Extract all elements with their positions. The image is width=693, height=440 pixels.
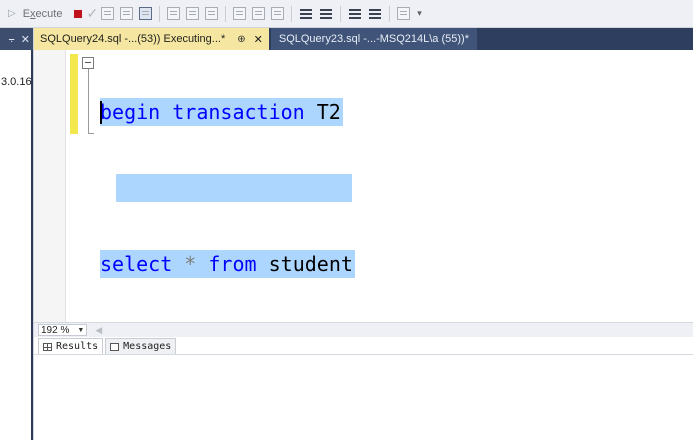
query-editor[interactable]: begin transaction T2 select * from stude… xyxy=(34,50,693,322)
execute-play-icon[interactable]: ▷ xyxy=(8,8,16,19)
client-stats-icon[interactable] xyxy=(205,7,219,20)
tab-results[interactable]: Results xyxy=(38,338,104,354)
selected-text: begin transaction T2 xyxy=(100,98,343,126)
query-designer-icon[interactable] xyxy=(120,7,134,20)
close-tab-icon[interactable]: ✕ xyxy=(254,33,263,46)
operator-star: * xyxy=(184,252,197,276)
toolbar-separator xyxy=(159,5,161,22)
pin-icon[interactable]: ⨪ xyxy=(8,33,14,46)
tab-label: SQLQuery23.sql -...-MSQ214L\a (55))* xyxy=(278,33,469,45)
decrease-indent-icon[interactable] xyxy=(349,8,362,19)
parse-check-icon[interactable]: ✓ xyxy=(86,5,98,22)
document-tab-strip: SQLQuery24.sql -...(53)) Executing...* ⊕… xyxy=(34,28,693,50)
results-to-grid-icon[interactable] xyxy=(139,7,153,20)
tab-sqlquery24[interactable]: SQLQuery24.sql -...(53)) Executing...* ⊕… xyxy=(34,28,269,50)
selected-blank-line xyxy=(116,174,352,202)
line-number-gutter xyxy=(34,50,66,322)
object-explorer-panel: ⨪ ✕ 3.0.16 xyxy=(0,28,34,440)
transaction-name: T2 xyxy=(316,100,341,124)
object-explorer-header: ⨪ ✕ xyxy=(0,28,33,50)
estimated-plan-icon[interactable] xyxy=(101,7,115,20)
server-node-label[interactable]: 3.0.16 xyxy=(1,76,32,88)
cancel-query-stop-icon[interactable] xyxy=(74,9,83,18)
increase-indent-icon[interactable] xyxy=(369,8,382,19)
sql-editor-toolbar: ▷ Ex ecute ✓ ▾ xyxy=(0,0,693,28)
keyword-transaction: transaction xyxy=(172,100,305,124)
keyword-select: select xyxy=(100,252,173,276)
toolbar-separator xyxy=(291,5,293,22)
zoom-dropdown[interactable]: 192 % ▼ xyxy=(38,324,88,336)
zoom-value: 192 % xyxy=(41,324,70,336)
results-tab-strip: Results Messages xyxy=(34,337,693,355)
toolbar-separator xyxy=(389,5,391,22)
collapse-region-icon[interactable] xyxy=(82,57,94,69)
outline-guide-end xyxy=(88,133,94,134)
keyword-begin: begin xyxy=(100,100,161,124)
code-line-3[interactable]: select * from student xyxy=(100,250,355,278)
live-stats-icon[interactable] xyxy=(186,7,200,20)
specify-template-values-icon[interactable] xyxy=(397,7,411,20)
comment-lines-icon[interactable] xyxy=(300,8,313,19)
tab-messages[interactable]: Messages xyxy=(105,338,177,354)
results-to-text-icon[interactable] xyxy=(233,7,247,20)
toolbar-overflow-chevron-icon[interactable]: ▾ xyxy=(417,8,422,19)
selected-text: select * from student xyxy=(100,250,355,278)
tab-messages-label: Messages xyxy=(123,341,172,352)
execute-button[interactable]: Ex ecute xyxy=(20,4,66,24)
text-caret xyxy=(100,101,102,124)
include-plan-icon[interactable] xyxy=(167,7,181,20)
keyword-from: from xyxy=(208,252,257,276)
uncomment-lines-icon[interactable] xyxy=(320,8,333,19)
table-name: student xyxy=(268,252,353,276)
code-line-1[interactable]: begin transaction T2 xyxy=(100,98,355,126)
toolbar-separator xyxy=(225,5,227,22)
outline-guide xyxy=(88,69,89,133)
tab-results-label: Results xyxy=(56,341,99,352)
scroll-left-icon[interactable]: ◀ xyxy=(95,325,102,336)
editor-zoom-bar: 192 % ▼ ◀ xyxy=(34,322,693,337)
pin-tab-icon[interactable]: ⊕ xyxy=(237,34,245,45)
results-to-grid-alt-icon[interactable] xyxy=(252,7,266,20)
results-to-file-icon[interactable] xyxy=(271,7,285,20)
tab-sqlquery23[interactable]: SQLQuery23.sql -...-MSQ214L\a (55))* xyxy=(270,28,477,50)
tab-label: SQLQuery24.sql -...(53)) Executing...* xyxy=(40,33,226,45)
unsaved-change-marker xyxy=(70,54,78,134)
grid-icon xyxy=(43,342,52,351)
results-grid-area[interactable] xyxy=(34,355,693,440)
chevron-down-icon[interactable]: ▼ xyxy=(77,327,84,334)
code-text[interactable]: begin transaction T2 select * from stude… xyxy=(100,50,355,326)
messages-icon xyxy=(110,342,120,351)
toolbar-separator xyxy=(340,5,342,22)
close-icon[interactable]: ✕ xyxy=(21,33,30,46)
code-line-2[interactable] xyxy=(100,174,355,202)
panel-divider[interactable] xyxy=(31,50,33,440)
results-pane: Results Messages xyxy=(34,337,693,440)
